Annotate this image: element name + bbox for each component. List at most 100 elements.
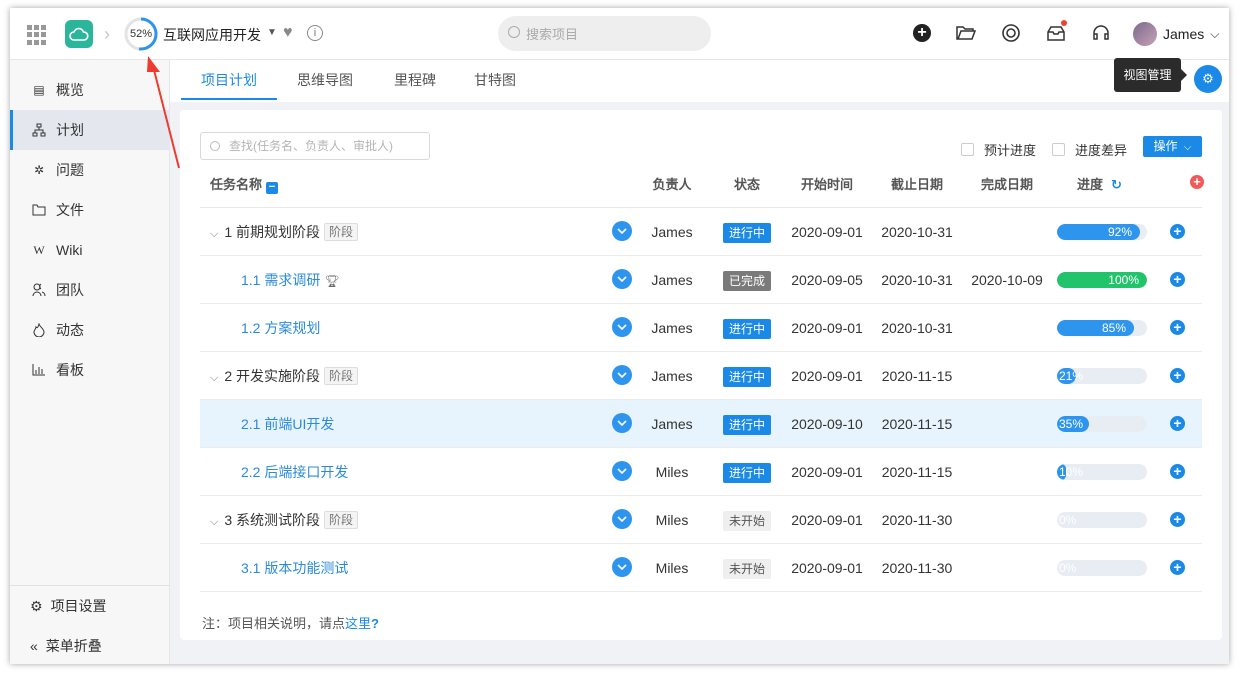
inbox-icon[interactable] [1045, 20, 1067, 44]
project-settings-button[interactable]: ⚙ 项目设置 [10, 586, 170, 626]
folder-open-icon[interactable] [955, 22, 977, 44]
chevron-right-icon: › [104, 24, 110, 44]
project-progress-ring: 52% [124, 17, 158, 51]
sidebar-item-label: 动态 [56, 322, 84, 338]
collapse-all-icon[interactable]: − [266, 182, 279, 194]
heart-icon[interactable]: ♥ [283, 24, 293, 42]
sidebar-item-plan[interactable]: 计划 [10, 110, 170, 150]
progress-diff-checkbox[interactable]: 进度差异 [1052, 140, 1127, 159]
operations-button[interactable]: 操作 ⌵ [1143, 136, 1202, 157]
refresh-icon[interactable]: ↻ [1111, 170, 1122, 200]
row-chevron-down-icon[interactable] [612, 461, 632, 481]
chevron-down-icon: ⌵ [1210, 26, 1220, 41]
table-row[interactable]: 2.1 前端UI开发 James 进行中 2020-09-10 2020-11-15 35… [200, 400, 1202, 448]
sidebar-item-board[interactable]: 看板 [10, 350, 170, 390]
table-row[interactable]: ⌵ 1 前期规划阶段 阶段 James 进行中 2020-09-01 2020-10-31 9… [200, 208, 1202, 256]
add-subtask-icon[interactable]: + [1170, 416, 1185, 431]
task-name[interactable]: 2.1 前端UI开发 [241, 416, 334, 432]
checkbox-box[interactable] [961, 143, 974, 156]
status-cell: 进行中 [715, 352, 779, 400]
collapse-menu-button[interactable]: « 菜单折叠 [10, 626, 170, 664]
row-chevron-down-icon[interactable] [612, 413, 632, 433]
expand-chevron-icon[interactable]: ⌵ [210, 210, 218, 258]
task-name-cell: 2.1 前端UI开发 [241, 400, 334, 448]
apps-grid-icon[interactable] [27, 25, 47, 45]
search-icon [508, 26, 520, 38]
avatar [1133, 22, 1157, 46]
add-subtask-icon[interactable]: + [1170, 368, 1185, 383]
task-filter[interactable] [200, 132, 430, 160]
add-subtask-icon[interactable]: + [1170, 560, 1185, 575]
col-task-name: 任务名称 − [210, 170, 279, 208]
add-subtask-icon[interactable]: + [1170, 464, 1185, 479]
expand-chevron-icon[interactable]: ⌵ [210, 354, 218, 402]
caret-down-icon[interactable]: ▼ [267, 27, 277, 38]
planned-progress-checkbox[interactable]: 预计进度 [961, 140, 1036, 159]
info-icon[interactable]: i [307, 25, 323, 41]
row-chevron-down-icon[interactable] [612, 221, 632, 241]
search-input[interactable] [526, 24, 696, 44]
col-start: 开始时间 [800, 177, 853, 192]
row-chevron-down-icon[interactable] [612, 509, 632, 529]
task-search-input[interactable] [229, 138, 424, 154]
note-link[interactable]: 这里 [345, 616, 371, 631]
sitemap-icon [32, 123, 46, 137]
progress-label: 100% [1108, 273, 1139, 287]
done-date-cell [960, 352, 1054, 400]
sidebar-item-activity[interactable]: 动态 [10, 310, 170, 350]
headset-icon[interactable] [1090, 22, 1112, 44]
done-date-cell [960, 400, 1054, 448]
owner-cell: James [651, 272, 693, 288]
view-settings-button[interactable]: ⚙ [1194, 65, 1222, 93]
add-subtask-icon[interactable]: + [1170, 272, 1185, 287]
sidebar-item-overview[interactable]: ▤ 概览 [10, 70, 170, 110]
sidebar-item-files[interactable]: 文件 [10, 190, 170, 230]
status-badge: 进行中 [722, 367, 771, 387]
sidebar-item-issues[interactable]: ✲ 问题 [10, 150, 170, 190]
row-chevron-down-icon[interactable] [612, 365, 632, 385]
tab-gantt[interactable]: 甘特图 [465, 60, 525, 100]
tab-mind-map[interactable]: 思维导图 [285, 60, 365, 100]
sidebar-item-label: 团队 [56, 282, 84, 298]
add-task-icon[interactable]: + [1190, 175, 1204, 189]
task-name[interactable]: 1.1 需求调研 [241, 272, 320, 288]
task-name[interactable]: 2.2 后端接口开发 [241, 464, 348, 480]
sidebar-item-wiki[interactable]: W Wiki [10, 230, 170, 270]
checkbox-box[interactable] [1052, 143, 1065, 156]
table-row[interactable]: ⌵ 2 开发实施阶段 阶段 James 进行中 2020-09-01 2020-11-15 2… [200, 352, 1202, 400]
table-row[interactable]: 1.1 需求调研 🏆︎ James 已完成 2020-09-05 2020-10-31 20… [200, 256, 1202, 304]
cloud-logo-icon[interactable] [65, 20, 93, 48]
task-name[interactable]: 3.1 版本功能测试 [241, 560, 348, 576]
table-row[interactable]: ⌵ 3 系统测试阶段 阶段 Miles 未开始 2020-09-01 2020-11-30 0… [200, 496, 1202, 544]
status-badge: 未开始 [722, 559, 771, 579]
row-chevron-down-icon[interactable] [612, 557, 632, 577]
table-row[interactable]: 3.1 版本功能测试 Miles 未开始 2020-09-01 2020-11-30 0%… [200, 544, 1202, 592]
start-date-cell: 2020-09-01 [791, 464, 863, 480]
tab-project-plan[interactable]: 项目计划 [181, 60, 277, 100]
done-date-cell [960, 496, 1054, 544]
plus-circle-icon[interactable]: + [911, 22, 933, 44]
row-chevron-down-icon[interactable] [612, 317, 632, 337]
folder-icon [32, 203, 46, 217]
project-title[interactable]: 互联网应用开发 [163, 25, 261, 45]
expand-chevron-icon[interactable]: ⌵ [210, 498, 218, 546]
user-menu[interactable]: James ⌵ [1133, 21, 1219, 47]
notification-dot [1061, 20, 1067, 26]
lifebuoy-icon[interactable] [1000, 22, 1022, 44]
task-name[interactable]: 1.2 方案规划 [241, 320, 320, 336]
add-subtask-icon[interactable]: + [1170, 320, 1185, 335]
task-name: 3 系统测试阶段 [224, 512, 321, 528]
row-chevron-down-icon[interactable] [612, 269, 632, 289]
sidebar-item-label: 看板 [56, 362, 84, 378]
search-project[interactable] [498, 16, 711, 51]
progress-label: 0% [1059, 561, 1077, 575]
progress-label: 0% [1059, 513, 1077, 527]
stage-tag: 阶段 [324, 367, 359, 385]
add-subtask-icon[interactable]: + [1170, 512, 1185, 527]
table-row[interactable]: 1.2 方案规划 James 进行中 2020-09-01 2020-10-31 85% + [200, 304, 1202, 352]
add-subtask-icon[interactable]: + [1170, 224, 1185, 239]
due-date-cell: 2020-11-15 [881, 464, 953, 480]
tab-milestones[interactable]: 里程碑 [380, 60, 450, 100]
sidebar-item-team[interactable]: 团队 [10, 270, 170, 310]
table-row[interactable]: 2.2 后端接口开发 Miles 进行中 2020-09-01 2020-11-15 10… [200, 448, 1202, 496]
